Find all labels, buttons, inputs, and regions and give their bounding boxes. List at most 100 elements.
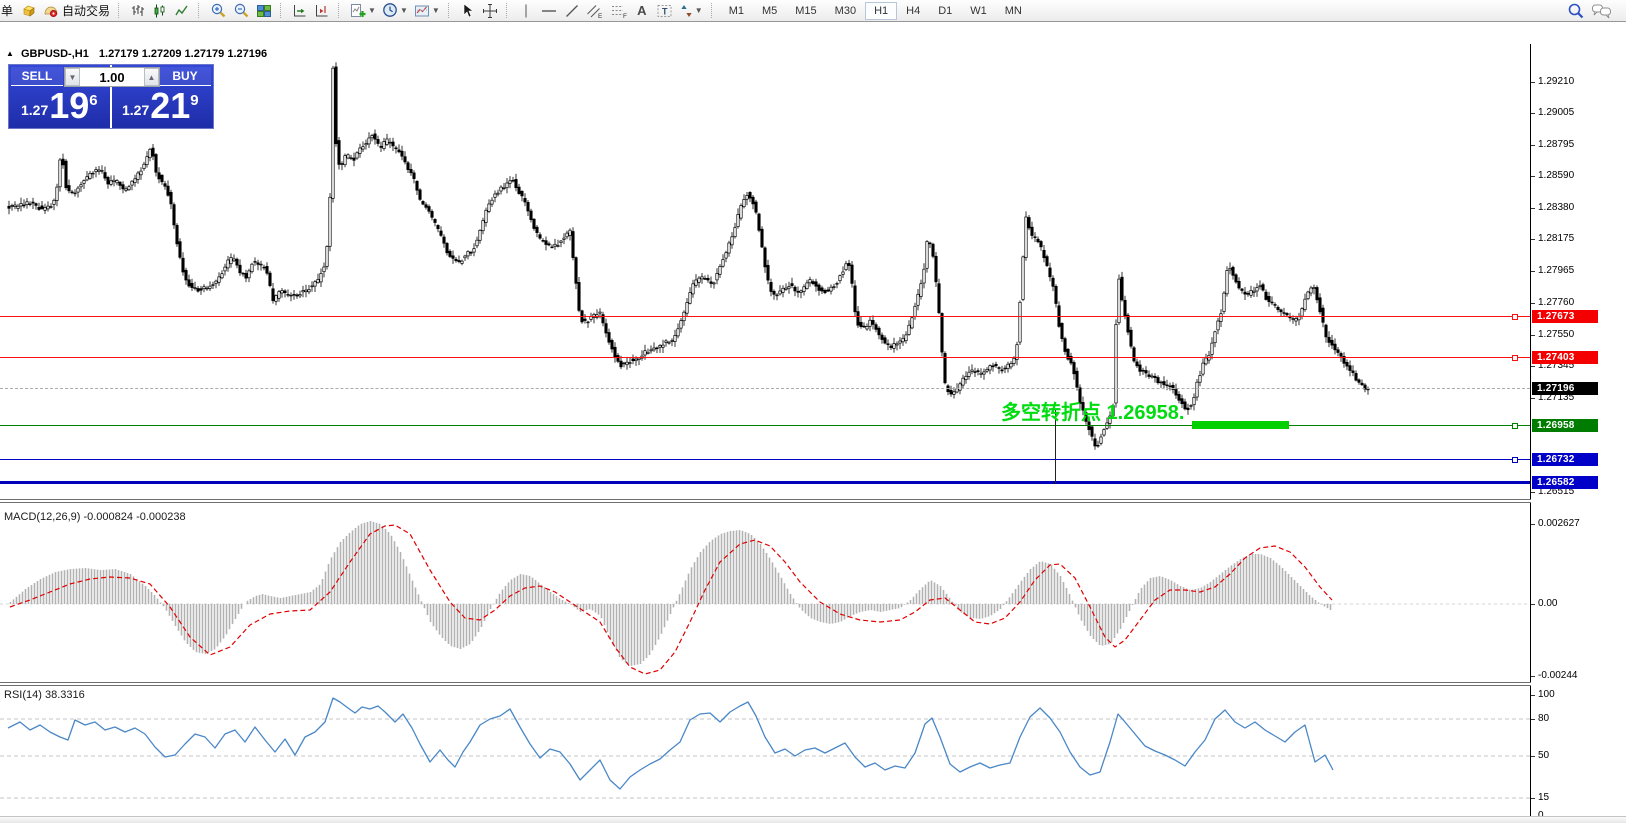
axis-tick: [1531, 176, 1535, 177]
macd-label: MACD(12,26,9) -0.000824 -0.000238: [4, 511, 186, 523]
cursor-icon: [460, 3, 475, 19]
axis-tick-label: 1.28795: [1538, 139, 1574, 150]
axis-tick-label: 1.28590: [1538, 170, 1574, 181]
macd-panel[interactable]: [0, 503, 1530, 682]
toolbar-separator: [506, 3, 511, 18]
text-label-button[interactable]: T: [653, 1, 676, 21]
text-button[interactable]: A: [631, 1, 653, 21]
candlestick-series[interactable]: [0, 44, 1530, 499]
horizontal-level-line[interactable]: [0, 316, 1530, 317]
indicators-button[interactable]: ▼: [347, 1, 379, 21]
axis-tick-label: 80: [1538, 713, 1549, 724]
buy-button-label: BUY: [172, 69, 197, 83]
line-chart-button[interactable]: [171, 1, 193, 21]
timeframe-h1[interactable]: H1: [865, 2, 897, 20]
axis-tick-label: 1.29005: [1538, 107, 1574, 118]
timeframe-w1[interactable]: W1: [961, 2, 996, 20]
sell-price-main: 1.27: [21, 102, 48, 118]
horizontal-level-line[interactable]: [0, 357, 1530, 358]
line-handle[interactable]: [1512, 355, 1518, 361]
timeframe-h4[interactable]: H4: [897, 2, 929, 20]
dropdown-caret-icon: ▼: [695, 6, 703, 15]
trade-levels-button[interactable]: [18, 1, 40, 21]
templates-button[interactable]: ▼: [411, 1, 443, 21]
chart-title-symbol: GBPUSD-,H1: [21, 48, 89, 60]
arrows-button[interactable]: ▼: [676, 1, 706, 21]
line-handle[interactable]: [1512, 314, 1518, 320]
cursor-button[interactable]: [457, 1, 479, 21]
horizontal-line-button[interactable]: [537, 1, 561, 21]
new-order-button[interactable]: 单: [0, 1, 18, 21]
timeframe-m15[interactable]: M15: [786, 2, 825, 20]
axis-tick: [1531, 145, 1535, 146]
axis-tick-label: 0.002627: [1538, 518, 1580, 529]
horizontal-level-line[interactable]: [0, 388, 1530, 389]
zoom-in-icon: [210, 2, 227, 19]
buy-price-main: 1.27: [122, 102, 149, 118]
volume-decrease-button[interactable]: ▼: [65, 68, 80, 86]
timeframe-m5[interactable]: M5: [753, 2, 786, 20]
line-handle[interactable]: [1512, 457, 1518, 463]
volume-increase-button[interactable]: ▲: [144, 68, 159, 86]
text-icon: A: [637, 3, 646, 18]
periods-button[interactable]: ▼: [379, 1, 411, 21]
vertical-line-button[interactable]: [515, 1, 537, 21]
auto-trading-button[interactable]: 自动交易: [40, 1, 113, 21]
rsi-series[interactable]: [0, 686, 1530, 818]
zoom-out-button[interactable]: [230, 1, 253, 21]
sell-price: 1.27 19 6: [21, 91, 98, 122]
line-handle[interactable]: [1512, 423, 1518, 429]
equidistant-channel-button[interactable]: E: [583, 1, 607, 21]
main-panel[interactable]: [0, 22, 1530, 499]
auto-scroll-button[interactable]: [289, 1, 311, 21]
zoom-in-button[interactable]: [207, 1, 230, 21]
macd-series[interactable]: [0, 503, 1530, 682]
price-badge: 1.27403: [1532, 351, 1598, 364]
main-toolbar: 单 自动交易 ▼ ▼ ▼ E F A T ▼ M1M5M15M30H1H4D1W…: [0, 0, 1626, 22]
price-badge: 1.27196: [1532, 382, 1598, 395]
chart-shift-icon: [314, 3, 330, 19]
chat-button[interactable]: [1588, 1, 1616, 21]
sell-price-big: 19: [49, 91, 89, 122]
rsi-panel[interactable]: [0, 686, 1530, 818]
search-button[interactable]: [1564, 1, 1588, 21]
horizontal-level-line[interactable]: [0, 425, 1530, 426]
tile-windows-button[interactable]: [253, 1, 275, 21]
candlestick-chart-button[interactable]: [149, 1, 171, 21]
green-trend-segment[interactable]: [1192, 421, 1289, 429]
timeframe-m30[interactable]: M30: [826, 2, 865, 20]
crosshair-button[interactable]: [479, 1, 501, 21]
rsi-label: RSI(14) 38.3316: [4, 689, 85, 701]
fibonacci-icon: F: [610, 3, 628, 19]
dropdown-caret-icon: ▼: [432, 6, 440, 15]
timeframe-m1[interactable]: M1: [720, 2, 753, 20]
toolbar-separator: [711, 3, 716, 18]
equidistant-channel-icon: E: [586, 3, 604, 19]
panel-divider[interactable]: [0, 499, 1626, 503]
trendline-button[interactable]: [561, 1, 583, 21]
bar-chart-button[interactable]: [127, 1, 149, 21]
axis-tick: [1531, 239, 1535, 240]
axis-tick: [1531, 303, 1535, 304]
chat-icon: [1591, 2, 1613, 20]
volume-input[interactable]: [80, 70, 144, 85]
sell-button[interactable]: SELL: [11, 67, 63, 86]
chart-annotation: 多空转折点 1.26958.: [1001, 403, 1184, 423]
timeframe-d1[interactable]: D1: [929, 2, 961, 20]
timeframe-mn[interactable]: MN: [996, 2, 1031, 20]
buy-price-pip: 9: [190, 92, 198, 109]
axis-tick-label: 1.28380: [1538, 202, 1574, 213]
buy-price: 1.27 21 9: [122, 91, 199, 122]
price-axis: 1.292101.290051.287951.285901.283801.281…: [1531, 22, 1626, 818]
horizontal-level-line[interactable]: [0, 459, 1530, 460]
spin-down-icon: ▼: [69, 73, 77, 82]
fibonacci-button[interactable]: F: [607, 1, 631, 21]
chart-title-ohlc: 1.27179 1.27209 1.27179 1.27196: [99, 48, 267, 60]
chart-shift-button[interactable]: [311, 1, 333, 21]
panel-divider[interactable]: [0, 682, 1626, 686]
buy-button[interactable]: BUY: [159, 67, 211, 86]
one-click-trading-panel: SELL 1.27 19 6 BUY 1.27 21 9 ▼ ▲: [8, 64, 214, 129]
axis-tick: [1531, 492, 1535, 493]
price-badge: 1.26732: [1532, 453, 1598, 466]
horizontal-level-line[interactable]: [0, 481, 1530, 484]
